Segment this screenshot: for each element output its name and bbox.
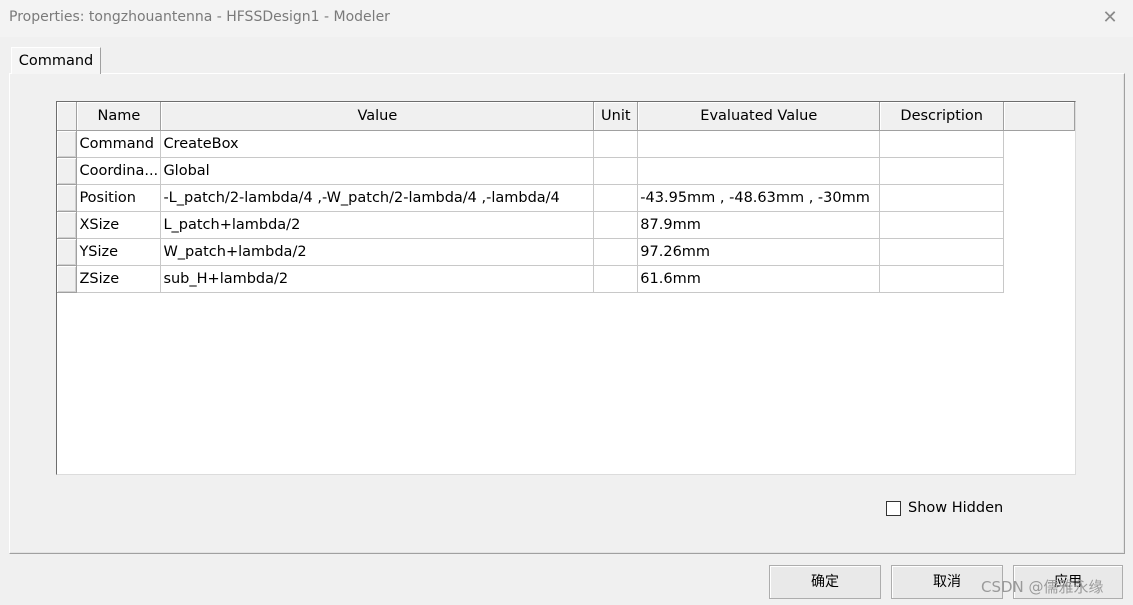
cell-unit[interactable] (593, 129, 639, 158)
cell-unit[interactable] (593, 210, 639, 239)
window-title: Properties: tongzhouantenna - HFSSDesign… (9, 9, 390, 25)
column-header-evaluated-value[interactable]: Evaluated Value (637, 102, 881, 131)
table-row[interactable]: Command CreateBox (57, 129, 1075, 158)
cell-value[interactable]: W_patch+lambda/2 (160, 237, 595, 266)
table-row[interactable]: XSize L_patch+lambda/2 87.9mm (57, 210, 1075, 239)
cell-name[interactable]: XSize (76, 210, 162, 239)
table-row[interactable]: ZSize sub_H+lambda/2 61.6mm (57, 264, 1075, 293)
table-row[interactable]: YSize W_patch+lambda/2 97.26mm (57, 237, 1075, 266)
cell-name[interactable]: Position (76, 183, 162, 212)
cell-evaluated-value[interactable]: 61.6mm (637, 264, 881, 293)
column-header-name[interactable]: Name (76, 102, 162, 131)
cell-description[interactable] (879, 264, 1005, 293)
cell-name[interactable]: Coordina... (76, 156, 162, 185)
grid-corner (57, 102, 78, 131)
column-header-description[interactable]: Description (879, 102, 1005, 131)
cell-description[interactable] (879, 129, 1005, 158)
row-header[interactable] (57, 156, 78, 185)
cell-unit[interactable] (593, 183, 639, 212)
checkbox-icon[interactable] (886, 500, 901, 516)
table-row[interactable]: Position -L_patch/2-lambda/4 ,-W_patch/2-… (57, 183, 1075, 212)
cell-evaluated-value[interactable]: -43.95mm , -48.63mm , -30mm (637, 183, 881, 212)
cell-description[interactable] (879, 183, 1005, 212)
cell-description[interactable] (879, 210, 1005, 239)
apply-button[interactable]: 应用 (1013, 565, 1123, 599)
row-header[interactable] (57, 183, 78, 212)
header-row: Name Value Unit Evaluated Value Descript… (57, 102, 1075, 131)
cell-description[interactable] (879, 156, 1005, 185)
cell-value[interactable]: -L_patch/2-lambda/4 ,-W_patch/2-lambda/4… (160, 183, 595, 212)
cancel-button[interactable]: 取消 (891, 565, 1003, 599)
property-table: Name Value Unit Evaluated Value Descript… (57, 102, 1075, 293)
cell-unit[interactable] (593, 156, 639, 185)
cell-value[interactable]: CreateBox (160, 129, 595, 158)
row-header[interactable] (57, 210, 78, 239)
column-header-filler (1003, 102, 1075, 131)
cell-evaluated-value[interactable]: 87.9mm (637, 210, 881, 239)
cell-description[interactable] (879, 237, 1005, 266)
cell-evaluated-value[interactable]: 97.26mm (637, 237, 881, 266)
ok-button[interactable]: 确定 (769, 565, 881, 599)
row-header[interactable] (57, 237, 78, 266)
cell-evaluated-value[interactable] (637, 156, 881, 185)
cell-value[interactable]: L_patch+lambda/2 (160, 210, 595, 239)
property-grid[interactable]: Name Value Unit Evaluated Value Descript… (56, 101, 1076, 475)
cell-unit[interactable] (593, 264, 639, 293)
cell-evaluated-value[interactable] (637, 129, 881, 158)
show-hidden-label: Show Hidden (908, 500, 1004, 516)
cell-name[interactable]: Command (76, 129, 162, 158)
row-header[interactable] (57, 264, 78, 293)
tab-command[interactable]: Command (11, 47, 101, 74)
close-icon[interactable]: ✕ (1095, 4, 1125, 32)
cell-value[interactable]: Global (160, 156, 595, 185)
show-hidden-checkbox[interactable]: Show Hidden (886, 499, 1003, 517)
cell-value[interactable]: sub_H+lambda/2 (160, 264, 595, 293)
title-bar: Properties: tongzhouantenna - HFSSDesign… (0, 0, 1133, 37)
row-header[interactable] (57, 129, 78, 158)
cell-name[interactable]: ZSize (76, 264, 162, 293)
column-header-unit[interactable]: Unit (593, 102, 639, 131)
cell-name[interactable]: YSize (76, 237, 162, 266)
cell-unit[interactable] (593, 237, 639, 266)
column-header-value[interactable]: Value (160, 102, 595, 131)
table-row[interactable]: Coordina... Global (57, 156, 1075, 185)
